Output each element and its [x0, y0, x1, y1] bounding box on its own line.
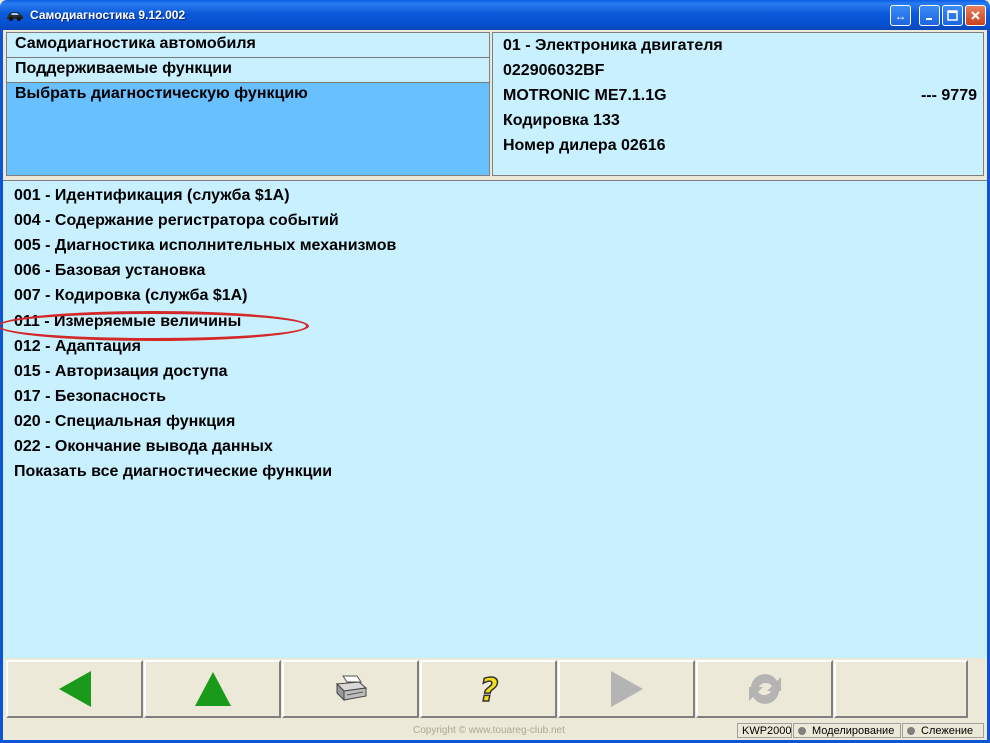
- status-bar: Copyright © www.touareg-club.net KWP2000…: [3, 721, 987, 740]
- resize-icon[interactable]: ↔: [890, 5, 911, 26]
- toolbar: ?: [6, 660, 984, 720]
- protocol-label: KWP2000: [742, 724, 792, 737]
- nav-item-select-function[interactable]: Выбрать диагностическую функцию: [7, 83, 489, 175]
- arrow-left-icon: [58, 671, 91, 707]
- protocol-indicator: KWP2000: [737, 723, 792, 738]
- nav-item-supported-functions[interactable]: Поддерживаемые функции: [7, 58, 489, 83]
- close-button[interactable]: [965, 5, 986, 26]
- tracking-label: Слежение: [921, 724, 974, 737]
- list-item[interactable]: 005 - Диагностика исполнительных механиз…: [14, 237, 396, 255]
- list-item[interactable]: 022 - Окончание вывода данных: [14, 438, 273, 456]
- system-name: MOTRONIC ME7.1.1G: [503, 87, 667, 104]
- list-item[interactable]: 015 - Авторизация доступа: [14, 363, 228, 381]
- client-area: Самодиагностика автомобиля Поддерживаемы…: [0, 30, 987, 740]
- svg-text:?: ?: [479, 672, 498, 706]
- list-item[interactable]: 012 - Адаптация: [14, 338, 141, 356]
- back-button[interactable]: [6, 660, 143, 718]
- list-item[interactable]: 004 - Содержание регистратора событий: [14, 212, 339, 230]
- status-led-icon: [798, 726, 806, 735]
- navigation-panel: Самодиагностика автомобиля Поддерживаемы…: [6, 32, 490, 176]
- maximize-button[interactable]: [942, 5, 963, 26]
- car-icon: [6, 9, 24, 22]
- refresh-button[interactable]: [696, 660, 833, 718]
- list-item[interactable]: 017 - Безопасность: [14, 388, 166, 406]
- forward-button[interactable]: [558, 660, 695, 718]
- list-item-measured-values[interactable]: 011 - Измеряемые величины: [14, 313, 241, 331]
- window-frame: Самодиагностика автомобиля Поддерживаемы…: [0, 30, 990, 743]
- copyright-watermark: Copyright © www.touareg-club.net: [413, 725, 565, 736]
- controller-info-panel: 01 - Электроника двигателя 022906032BF M…: [492, 32, 984, 176]
- list-item[interactable]: 006 - Базовая установка: [14, 262, 205, 280]
- coding-value: Кодировка 133: [503, 112, 620, 129]
- system-suffix: --- 9779: [920, 87, 977, 104]
- nav-item-label: Самодиагностика автомобиля: [15, 35, 256, 52]
- nav-item-label: Выбрать диагностическую функцию: [15, 85, 308, 102]
- controller-address: 01 - Электроника двигателя: [503, 37, 723, 54]
- dealer-number: Номер дилера 02616: [503, 137, 666, 154]
- status-led-icon: [907, 726, 915, 735]
- function-list: 001 - Идентификация (служба $1A) 004 - С…: [0, 180, 987, 658]
- nav-item-self-diagnosis[interactable]: Самодиагностика автомобиля: [7, 33, 489, 58]
- tracking-indicator: Слежение: [902, 723, 984, 738]
- help-icon: ?: [478, 672, 498, 706]
- arrow-up-icon: [194, 672, 231, 706]
- nav-item-label: Поддерживаемые функции: [15, 60, 232, 77]
- printer-icon: [335, 675, 367, 702]
- simulation-label: Моделирование: [812, 724, 895, 737]
- up-button[interactable]: [144, 660, 281, 718]
- window-title: Самодиагностика 9.12.002: [30, 8, 186, 22]
- toolbar-empty-slot: [834, 660, 968, 718]
- list-item-show-all[interactable]: Показать все диагностические функции: [14, 463, 332, 481]
- arrow-right-icon: [610, 671, 643, 707]
- simulation-indicator: Моделирование: [793, 723, 901, 738]
- part-number: 022906032BF: [503, 62, 605, 79]
- refresh-icon: [748, 674, 781, 704]
- print-button[interactable]: [282, 660, 419, 718]
- list-item[interactable]: 001 - Идентификация (служба $1A): [14, 187, 290, 205]
- title-bar[interactable]: Самодиагностика 9.12.002 ↔: [0, 0, 990, 30]
- minimize-button[interactable]: [919, 5, 940, 26]
- help-button[interactable]: ?: [420, 660, 557, 718]
- list-item[interactable]: 020 - Специальная функция: [14, 413, 235, 431]
- list-item[interactable]: 007 - Кодировка (служба $1A): [14, 287, 248, 305]
